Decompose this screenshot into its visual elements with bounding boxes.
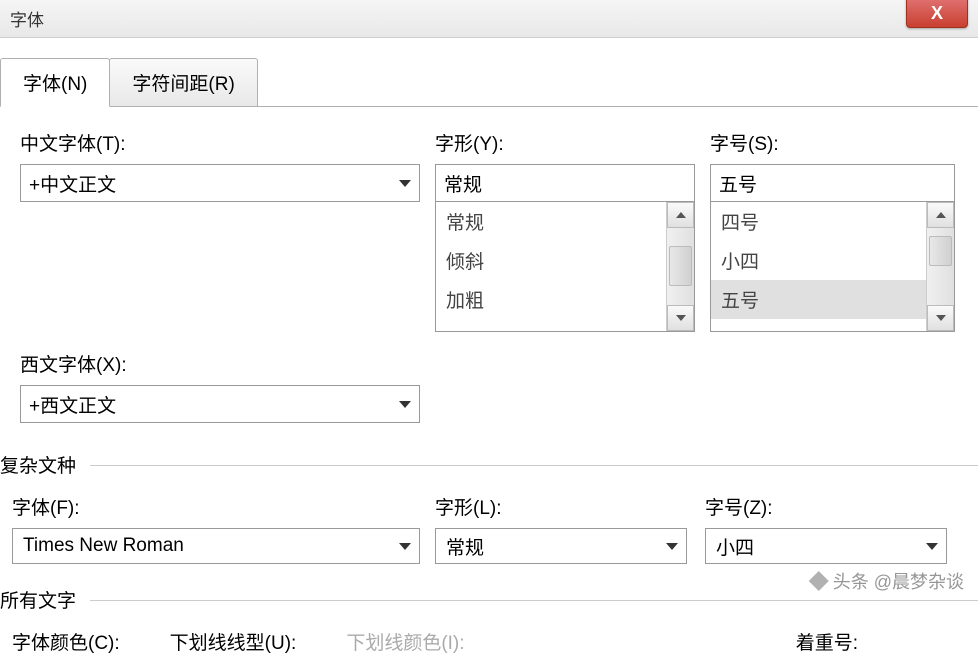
font-color-label: 字体颜色(C):: [12, 628, 120, 655]
scrollbar[interactable]: [926, 202, 954, 331]
complex-size-dropdown[interactable]: 小四: [705, 528, 947, 564]
font-style-input[interactable]: [436, 165, 697, 201]
scrollbar[interactable]: [666, 202, 694, 331]
scroll-track[interactable]: [667, 228, 694, 305]
chevron-up-icon: [676, 212, 686, 218]
underline-color-label: 下划线颜色(I):: [346, 628, 464, 655]
complex-font-dropdown[interactable]: Times New Roman: [12, 528, 420, 564]
list-item[interactable]: 小四: [711, 241, 926, 280]
close-icon: X: [931, 3, 943, 24]
chevron-down-icon: [399, 543, 411, 550]
underline-style-label: 下划线线型(U):: [170, 628, 297, 655]
watermark-icon: [809, 571, 829, 591]
watermark-text: 头条 @晨梦杂谈: [833, 568, 964, 594]
list-item[interactable]: 五号: [711, 280, 926, 319]
list-item[interactable]: 四号: [711, 202, 926, 241]
font-size-listbox[interactable]: 四号 小四 五号: [710, 202, 955, 332]
emphasis-label: 着重号:: [796, 628, 858, 655]
chinese-font-label: 中文字体(T):: [20, 129, 420, 156]
watermark: 头条 @晨梦杂谈: [809, 568, 964, 594]
complex-size-value: 小四: [706, 533, 918, 560]
scroll-up-button[interactable]: [927, 202, 954, 228]
complex-size-label: 字号(Z):: [705, 493, 947, 520]
scroll-up-button[interactable]: [667, 202, 694, 228]
complex-font-label: 字体(F):: [12, 493, 420, 520]
tab-strip: 字体(N) 字符间距(R): [0, 58, 978, 107]
font-size-label: 字号(S):: [710, 129, 955, 156]
complex-script-group-title: 复杂文种: [0, 451, 978, 478]
titlebar: 字体 X: [0, 0, 978, 38]
font-style-combo[interactable]: [435, 164, 695, 202]
chevron-down-icon: [676, 315, 686, 321]
western-font-input[interactable]: [21, 386, 391, 422]
dropdown-button[interactable]: [658, 543, 686, 550]
font-size-combo[interactable]: [710, 164, 955, 202]
chevron-down-icon: [399, 180, 411, 187]
chevron-down-icon: [666, 543, 678, 550]
western-font-combo[interactable]: [20, 385, 420, 423]
window-title: 字体: [10, 6, 44, 31]
font-style-listbox[interactable]: 常规 倾斜 加粗: [435, 202, 695, 332]
western-font-dropdown-button[interactable]: [391, 386, 419, 422]
scroll-down-button[interactable]: [667, 305, 694, 331]
dropdown-button[interactable]: [391, 543, 419, 550]
complex-style-value: 常规: [436, 533, 658, 560]
scroll-thumb[interactable]: [669, 246, 692, 286]
scroll-thumb[interactable]: [929, 236, 952, 266]
chevron-down-icon: [926, 543, 938, 550]
western-font-label: 西文字体(X):: [20, 350, 420, 377]
chinese-font-dropdown-button[interactable]: [391, 165, 419, 201]
chevron-down-icon: [936, 315, 946, 321]
list-item[interactable]: 常规: [436, 202, 666, 241]
chevron-down-icon: [399, 401, 411, 408]
chinese-font-input[interactable]: [21, 165, 391, 201]
chevron-up-icon: [936, 212, 946, 218]
complex-style-dropdown[interactable]: 常规: [435, 528, 687, 564]
list-item[interactable]: 加粗: [436, 280, 666, 319]
tab-font[interactable]: 字体(N): [0, 58, 110, 107]
scroll-track[interactable]: [927, 228, 954, 305]
list-item[interactable]: 倾斜: [436, 241, 666, 280]
complex-style-label: 字形(L):: [435, 493, 687, 520]
close-button[interactable]: X: [906, 0, 968, 28]
dropdown-button[interactable]: [918, 543, 946, 550]
font-size-input[interactable]: [711, 165, 972, 201]
complex-font-value: Times New Roman: [13, 535, 391, 557]
scroll-down-button[interactable]: [927, 305, 954, 331]
chinese-font-combo[interactable]: [20, 164, 420, 202]
tab-spacing[interactable]: 字符间距(R): [109, 58, 257, 106]
font-style-label: 字形(Y):: [435, 129, 695, 156]
